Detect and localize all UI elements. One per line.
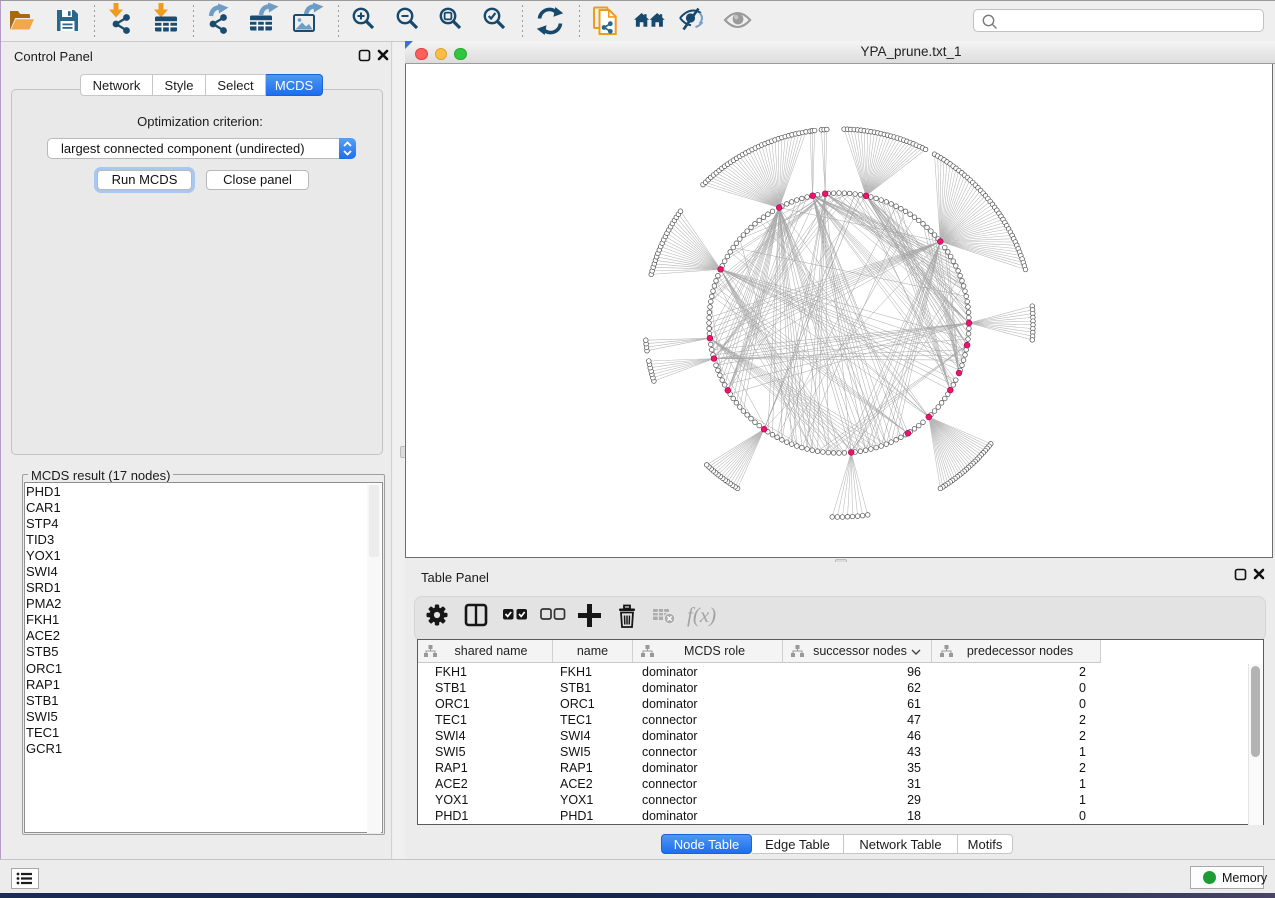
svg-text:f(x): f(x) — [687, 603, 716, 627]
